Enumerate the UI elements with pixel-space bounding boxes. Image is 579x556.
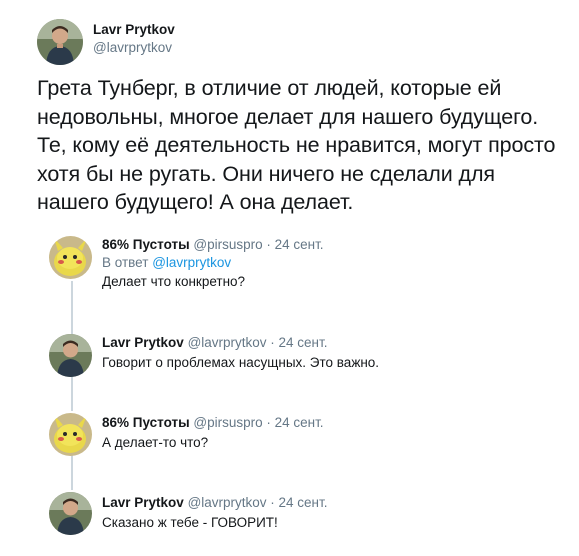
reply-header: Lavr Prytkov @lavrprytkov · 24 сент. [102,335,327,350]
user-avatar-photo [49,334,92,377]
reply-to-prefix: В ответ [102,255,149,270]
user-avatar-photo [37,19,83,65]
avatar[interactable] [49,413,92,456]
author-handle[interactable]: @lavrprytkov [93,40,172,55]
tweet-text: Грета Тунберг, в отличие от людей, котор… [37,76,556,214]
user-avatar-photo [49,492,92,535]
reply-text: Делает что конкретно? [102,274,246,289]
thread-line [71,371,73,411]
thread-line [71,281,73,334]
reply-meta[interactable]: @lavrprytkov · 24 сент. [188,335,328,350]
thread-line [71,452,73,490]
reply-text: Сказано ж тебе - ГОВОРИТ! [102,515,278,530]
reply-text: Говорит о проблемах насущных. Это важно. [102,355,380,370]
reply-author-name[interactable]: Lavr Prytkov [102,495,184,510]
author-name[interactable]: Lavr Prytkov [93,22,175,37]
reply-to-line: В ответ @lavrprytkov [102,255,231,270]
reply-meta[interactable]: @pirsuspro · 24 сент. [193,415,323,430]
avatar[interactable] [49,236,92,279]
reply-text: А делает-то что? [102,435,209,450]
reply-to-handle-link[interactable]: @lavrprytkov [152,255,231,270]
reply-author-name[interactable]: 86% Пустоты [102,415,190,430]
reply-meta[interactable]: @pirsuspro · 24 сент. [193,237,323,252]
pikachu-avatar-photo [49,236,92,279]
pikachu-avatar-photo [49,413,92,456]
reply-author-name[interactable]: 86% Пустоты [102,237,190,252]
reply-meta[interactable]: @lavrprytkov · 24 сент. [188,495,328,510]
reply-author-name[interactable]: Lavr Prytkov [102,335,184,350]
avatar[interactable] [49,334,92,377]
reply-header: 86% Пустоты @pirsuspro · 24 сент. [102,415,324,430]
reply-header: 86% Пустоты @pirsuspro · 24 сент. [102,237,324,252]
avatar[interactable] [49,492,92,535]
reply-header: Lavr Prytkov @lavrprytkov · 24 сент. [102,495,327,510]
avatar[interactable] [37,19,83,65]
